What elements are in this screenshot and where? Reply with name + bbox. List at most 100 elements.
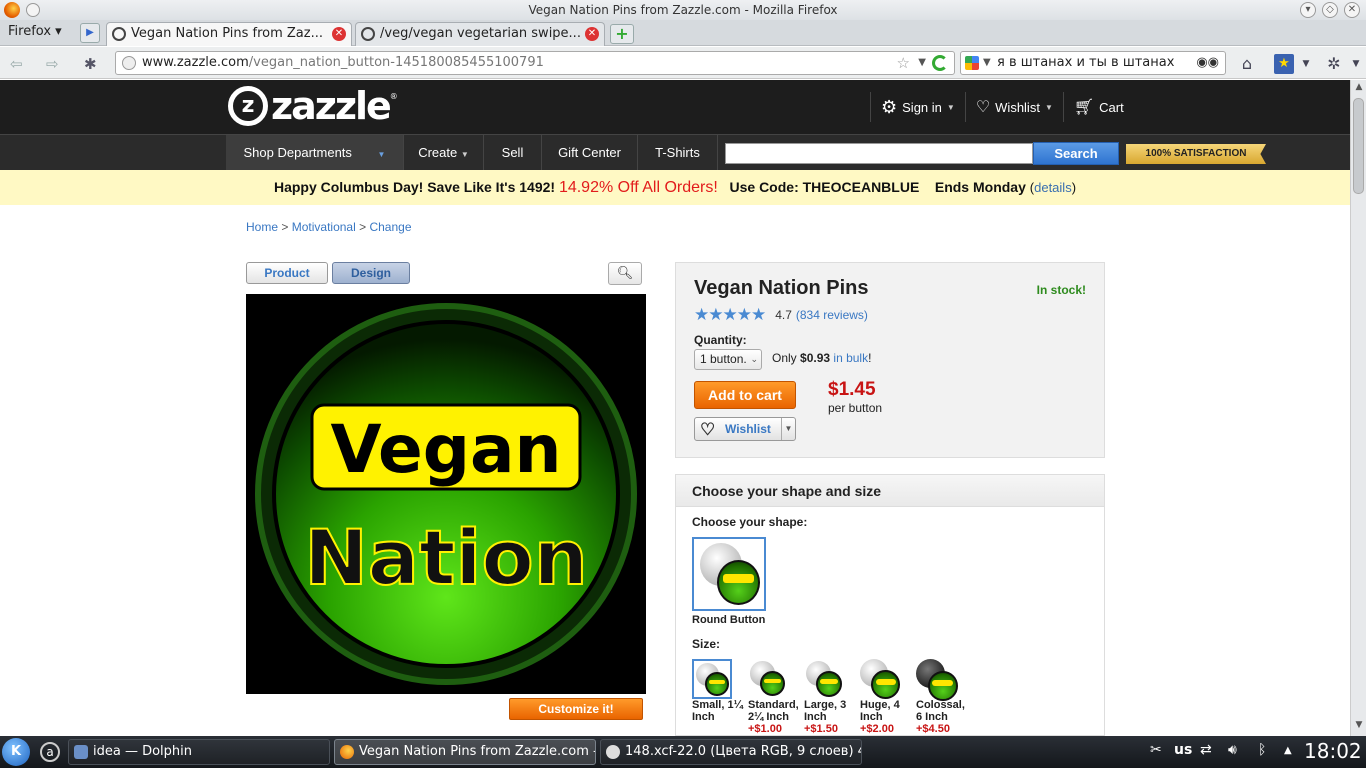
shape-size-header: Choose your shape and size (676, 475, 1104, 507)
quantity-select[interactable]: 1 button. ⌄ (694, 349, 762, 370)
minimize-icon[interactable]: ▾ (1300, 2, 1316, 18)
zoom-icon[interactable]: 🔍︎ (608, 262, 642, 285)
size-option-large[interactable] (804, 659, 844, 699)
breadcrumb-change[interactable]: Change (369, 220, 411, 234)
shape-option-round[interactable] (692, 537, 766, 611)
size-name-small: Small, 1¼ Inch (692, 699, 743, 723)
bookmarks-dropdown-icon[interactable]: ▼ (1296, 54, 1316, 74)
firefox-menu-button[interactable]: Firefox ▾ (8, 24, 62, 39)
site-identity-icon[interactable] (122, 56, 136, 70)
close-tab-icon[interactable]: ✕ (585, 27, 599, 41)
breadcrumb: Home > Motivational > Change (246, 220, 412, 234)
customize-button[interactable]: Customize it! (509, 698, 643, 720)
bluetooth-icon[interactable]: ᛒ (1258, 742, 1266, 758)
tab-list-icon[interactable]: ▶ (80, 23, 100, 43)
design-line1: Vegan (331, 411, 562, 488)
addon-bug-icon[interactable]: ✲ (1324, 54, 1344, 74)
url-bar[interactable]: www.zazzle.com/vegan_nation_button-14518… (115, 51, 955, 75)
new-tab-button[interactable]: + (610, 24, 634, 44)
gimp-icon (606, 745, 620, 759)
dolphin-icon (74, 745, 88, 759)
tab-vegan-nation-pins[interactable]: Vegan Nation Pins from Zaz... ✕ (106, 22, 352, 46)
product-view-button[interactable]: Product (246, 262, 328, 284)
network-icon[interactable]: ⇄ (1200, 742, 1212, 758)
reviews-link[interactable]: (834 reviews) (796, 308, 868, 322)
create-menu[interactable]: Create ▼ (404, 135, 484, 170)
maximize-icon[interactable]: ◇ (1322, 2, 1338, 18)
navigation-bar: ⇦ ⇨ ✱ www.zazzle.com/vegan_nation_button… (0, 47, 1366, 79)
scroll-down-icon[interactable]: ▼ (1351, 720, 1366, 734)
web-search-field[interactable]: ▼ я в штанах и ты в штанах ◉◉ (960, 51, 1226, 75)
tshirts-link[interactable]: T-Shirts (638, 135, 718, 170)
kde-menu-icon[interactable]: K (2, 738, 30, 766)
sell-link[interactable]: Sell (484, 135, 542, 170)
size-label: Size: (692, 637, 721, 651)
url-history-dropdown-icon[interactable]: ▼ (918, 52, 926, 74)
taskbar-task-gimp[interactable]: 148.xcf-22.0 (Цвета RGB, 9 слоев) 40 (600, 739, 862, 765)
chevron-down-icon: ▼ (377, 150, 386, 159)
size-option-small[interactable] (692, 659, 732, 699)
addon-dropdown-icon[interactable]: ▼ (1346, 54, 1366, 74)
window-menu-icon[interactable] (26, 3, 40, 17)
gift-center-link[interactable]: Gift Center (542, 135, 638, 170)
taskbar-task-firefox[interactable]: Vegan Nation Pins from Zazzle.com - M (334, 739, 596, 765)
breadcrumb-home[interactable]: Home (246, 220, 278, 234)
taskbar-task-dolphin[interactable]: idea — Dolphin (68, 739, 330, 765)
size-option-standard[interactable] (748, 659, 788, 699)
cart-link[interactable]: 🛒︎ Cart (1062, 92, 1134, 122)
promo-details-link[interactable]: details (1034, 180, 1072, 195)
size-option-colossal[interactable] (916, 659, 958, 701)
design-view-button[interactable]: Design (332, 262, 410, 284)
site-search-input[interactable] (725, 143, 1033, 164)
product-image[interactable]: Vegan Nation (246, 294, 646, 694)
buy-box: Vegan Nation Pins In stock! ★★★★★ 4.7 (8… (675, 262, 1105, 458)
close-window-icon[interactable]: ✕ (1344, 2, 1360, 18)
breadcrumb-motivational[interactable]: Motivational (292, 220, 356, 234)
design-line2: Nation (304, 513, 588, 602)
addons-icon[interactable]: ✱ (84, 55, 97, 73)
size-option-huge[interactable] (860, 659, 900, 699)
shop-departments-menu[interactable]: Shop Departments ▼ (226, 135, 404, 170)
zazzle-category-nav: Shop Departments ▼ Create ▼ Sell Gift Ce… (0, 134, 1350, 170)
url-path: /vegan_nation_button-145180085455100791 (248, 55, 544, 70)
bulk-link[interactable]: in bulk (833, 351, 868, 365)
vegan-nation-design: Vegan Nation (252, 300, 640, 688)
volume-icon[interactable]: 🔊︎ (1228, 742, 1237, 758)
search-button[interactable]: Search (1033, 142, 1119, 165)
reload-icon[interactable] (932, 55, 948, 71)
back-icon[interactable]: ⇦ (10, 55, 23, 73)
engine-dropdown-icon[interactable]: ▼ (983, 52, 991, 74)
bookmark-star-icon[interactable]: ☆ (897, 52, 910, 74)
scroll-thumb[interactable] (1353, 98, 1364, 194)
wishlist-dropdown-icon[interactable]: ▼ (781, 418, 795, 440)
keyboard-layout[interactable]: us (1174, 742, 1192, 758)
forward-icon[interactable]: ⇨ (46, 55, 59, 73)
zazzle-logo[interactable]: z zazzle ® (228, 86, 398, 126)
home-icon[interactable]: ⌂ (1237, 54, 1257, 74)
bulk-pricing: Only $0.93 in bulk! (772, 351, 872, 365)
satisfaction-guaranteed-badge[interactable]: 100% SATISFACTION GUARANTEED (1126, 144, 1266, 164)
page-scrollbar[interactable]: ▲ ▼ (1350, 80, 1366, 736)
tray-expand-icon[interactable]: ▲ (1284, 745, 1292, 756)
close-tab-icon[interactable]: ✕ (332, 27, 346, 41)
gear-icon: ⚙ (881, 96, 898, 117)
scissors-icon[interactable]: ✂ (1150, 742, 1162, 758)
promo-banner: Happy Columbus Day! Save Like It's 1492!… (0, 170, 1350, 205)
signin-link[interactable]: ⚙ Sign in ▼ (870, 92, 965, 122)
wishlist-link[interactable]: ♡ Wishlist ▼ (964, 92, 1063, 122)
activities-icon[interactable]: a (40, 742, 60, 762)
bookmarks-icon[interactable]: ★ (1274, 54, 1294, 74)
add-to-wishlist-button[interactable]: ♡ Wishlist ▼ (694, 417, 796, 441)
google-engine-icon[interactable] (965, 56, 979, 70)
firefox-icon (340, 745, 354, 759)
tab-veg-swipe[interactable]: /veg/vegan vegetarian swipe... ✕ (355, 22, 605, 46)
stock-status: In stock! (1036, 283, 1086, 297)
binoculars-icon[interactable]: ◉◉ (1196, 52, 1219, 74)
price: $1.45 (828, 379, 876, 400)
clock[interactable]: 18:02 (1304, 739, 1362, 763)
scroll-up-icon[interactable]: ▲ (1351, 82, 1366, 96)
add-to-cart-button[interactable]: Add to cart (694, 381, 796, 409)
star-rating-icon: ★★★★★ (694, 305, 766, 324)
zazzle-favicon-icon (112, 27, 126, 41)
quantity-label: Quantity: (694, 333, 747, 347)
